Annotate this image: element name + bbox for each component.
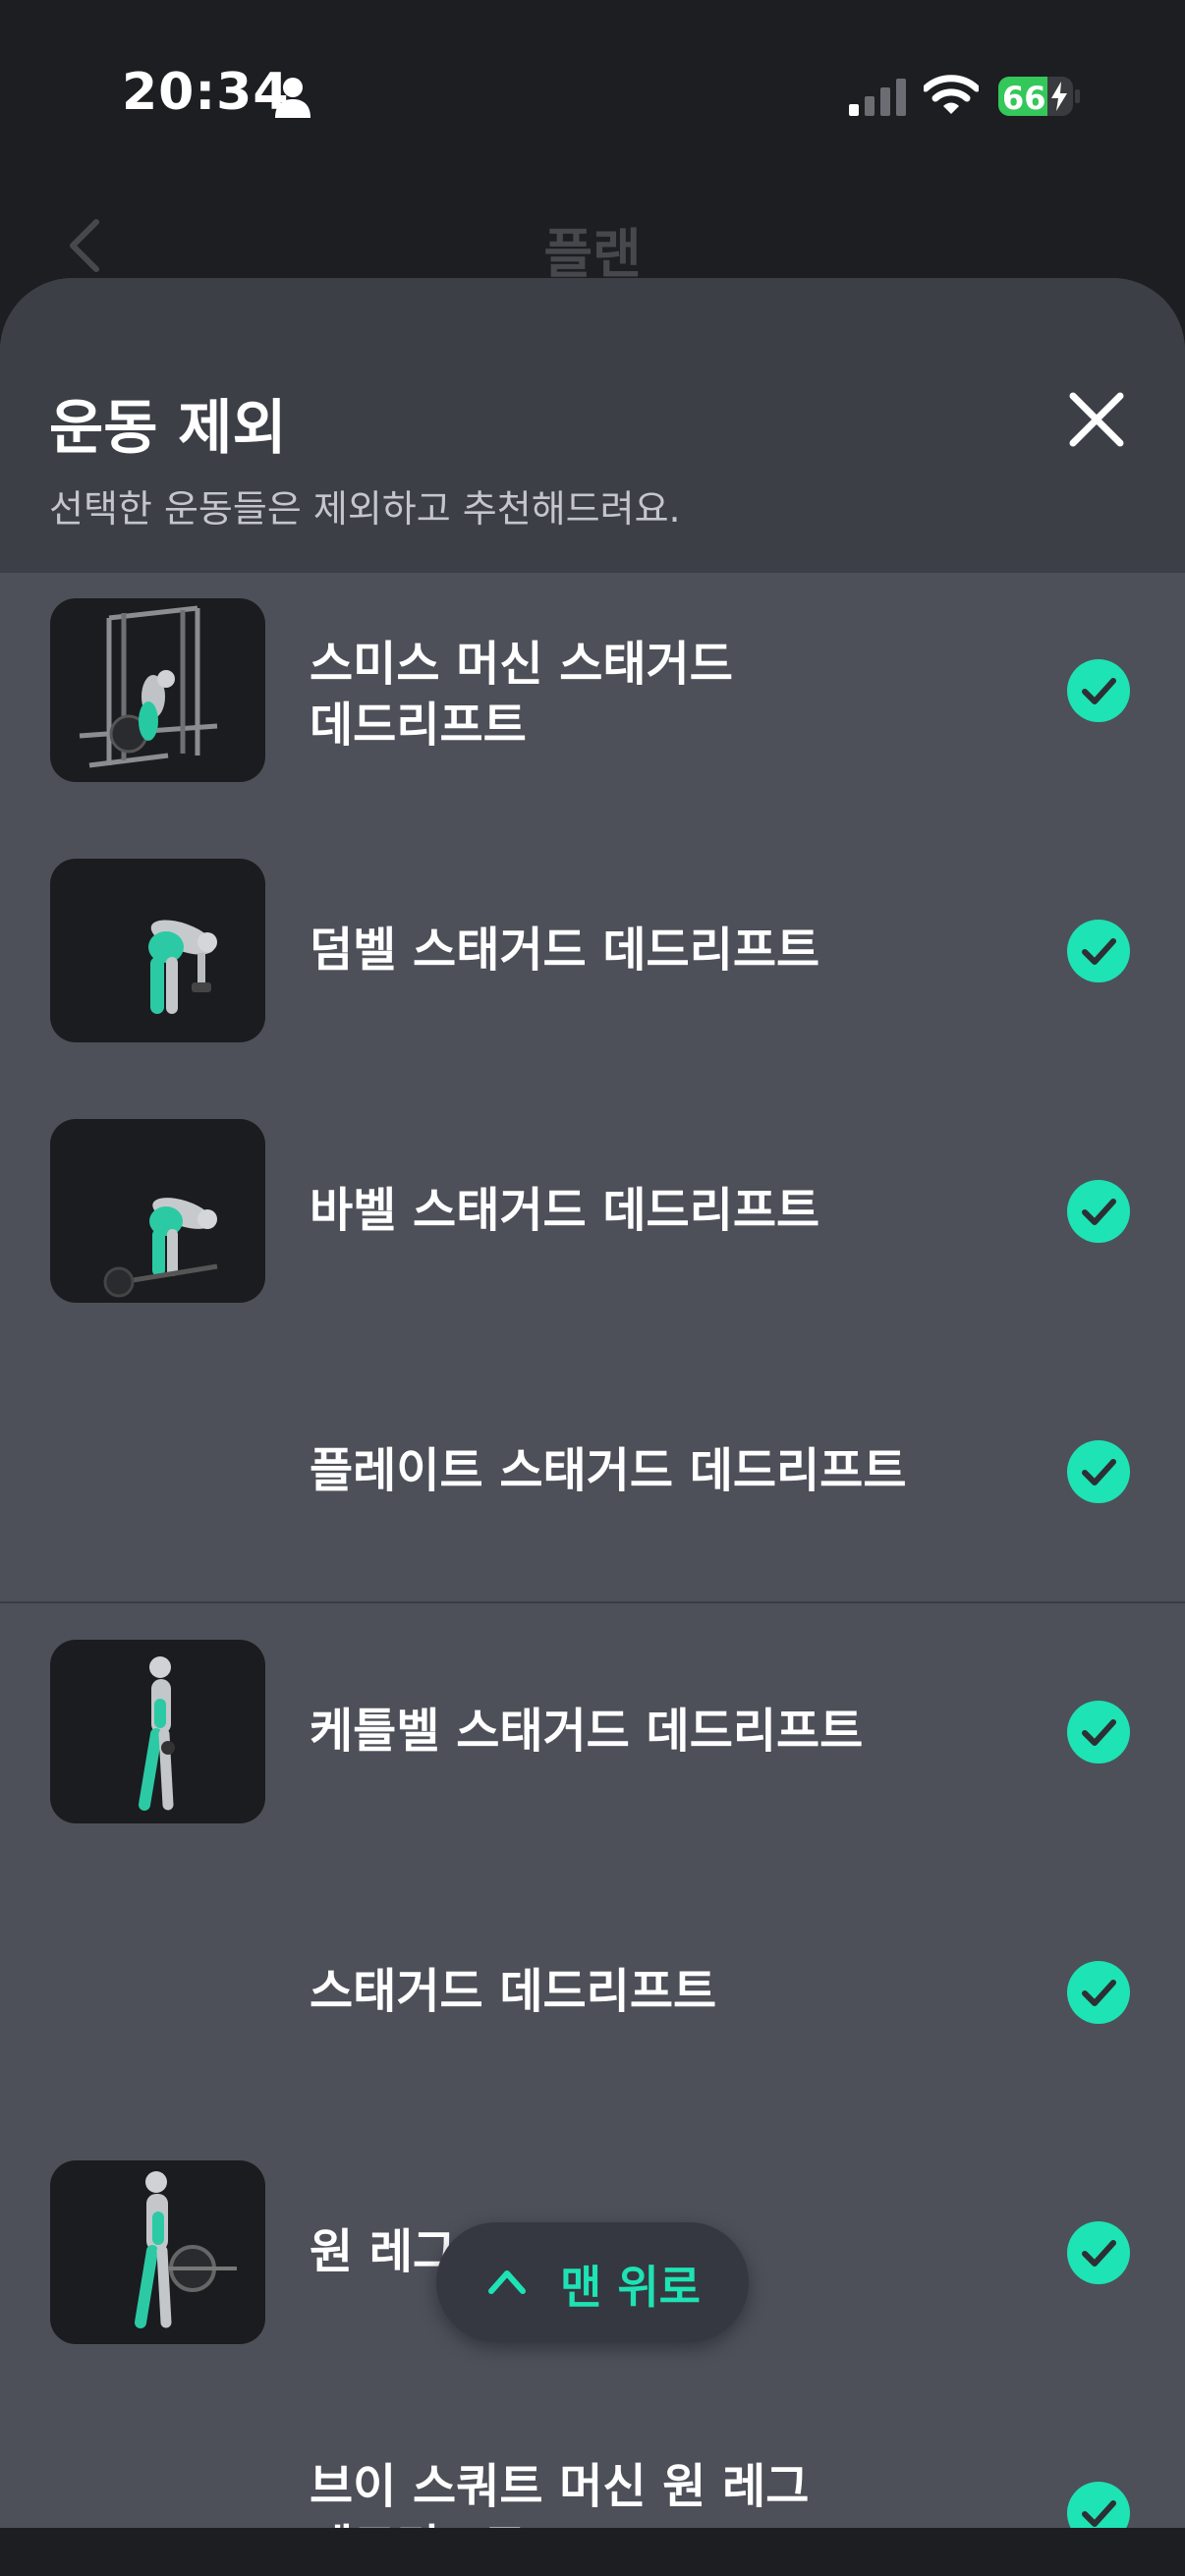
sheet-title: 운동 제외 bbox=[49, 394, 287, 463]
charging-bolt-icon bbox=[1051, 82, 1067, 111]
wifi-icon bbox=[924, 75, 979, 114]
checkmark-icon[interactable] bbox=[1067, 2482, 1130, 2528]
exercise-thumbnail bbox=[50, 1640, 265, 1823]
exercise-name: 바벨 스태거드 데드리프트 bbox=[310, 1183, 820, 1238]
exercise-thumbnail bbox=[50, 2160, 265, 2344]
signal-icon bbox=[849, 79, 906, 116]
checkmark-icon[interactable] bbox=[1067, 1701, 1130, 1764]
exercise-name: 덤벨 스태거드 데드리프트 bbox=[310, 923, 820, 978]
exclude-exercise-sheet: 운동 제외 선택한 운동들은 제외하고 추천해드려요. 스미스 머신 스태거드 … bbox=[0, 278, 1185, 2528]
exercise-row[interactable]: 바벨 스태거드 데드리프트 bbox=[0, 1093, 1185, 1354]
status-time: 20:34 bbox=[122, 63, 290, 122]
sheet-header: 운동 제외 선택한 운동들은 제외하고 추천해드려요. bbox=[0, 278, 1185, 573]
exercise-row[interactable]: 플레이트 스태거드 데드리프트 bbox=[0, 1354, 1185, 1614]
person-icon bbox=[275, 78, 310, 118]
battery-percent: 66 bbox=[1002, 80, 1046, 116]
exercise-row[interactable]: 케틀벨 스태거드 데드리프트 bbox=[0, 1614, 1185, 1875]
checkmark-icon[interactable] bbox=[1067, 1440, 1130, 1503]
exercise-row[interactable]: 스태거드 데드리프트 bbox=[0, 1875, 1185, 2135]
exercise-name: 브이 스쿼트 머신 원 레그 데드리프트 bbox=[310, 2459, 810, 2528]
screen: 20:34 66 플랜 운동 제외 선택한 운동들은 제외하고 추천해드려요. … bbox=[0, 0, 1185, 2576]
checkmark-icon[interactable] bbox=[1067, 920, 1130, 982]
battery-body: 66 bbox=[998, 77, 1073, 116]
battery-nub bbox=[1075, 89, 1080, 103]
status-bar: 20:34 66 bbox=[0, 0, 1185, 147]
home-indicator-area bbox=[0, 2528, 1185, 2576]
exercise-thumbnail bbox=[50, 1119, 265, 1303]
exercise-row[interactable]: 브이 스쿼트 머신 원 레그 데드리프트 bbox=[0, 2395, 1185, 2528]
checkmark-icon[interactable] bbox=[1067, 1180, 1130, 1243]
exercise-thumbnail bbox=[50, 598, 265, 782]
battery-indicator: 66 bbox=[998, 77, 1080, 116]
scroll-to-top-label: 맨 위로 bbox=[560, 2261, 701, 2314]
section-divider bbox=[0, 1601, 1185, 1603]
close-icon[interactable] bbox=[1061, 384, 1132, 455]
scroll-to-top-button[interactable]: 맨 위로 bbox=[436, 2222, 749, 2342]
exercise-row[interactable]: 덤벨 스태거드 데드리프트 bbox=[0, 833, 1185, 1093]
exercise-name: 케틀벨 스태거드 데드리프트 bbox=[310, 1704, 864, 1759]
checkmark-icon[interactable] bbox=[1067, 2221, 1130, 2284]
nav-title: 플랜 bbox=[543, 223, 642, 285]
sheet-subtitle: 선택한 운동들은 제외하고 추천해드려요. bbox=[49, 487, 681, 531]
exercise-row[interactable]: 스미스 머신 스태거드 데드리프트 bbox=[0, 573, 1185, 833]
exercise-thumbnail bbox=[50, 859, 265, 1042]
chevron-up-icon bbox=[488, 2270, 526, 2294]
exercise-name: 스태거드 데드리프트 bbox=[310, 1964, 717, 2019]
exercise-name: 플레이트 스태거드 데드리프트 bbox=[310, 1443, 907, 1498]
checkmark-icon[interactable] bbox=[1067, 1961, 1130, 2024]
exercise-name: 스미스 머신 스태거드 데드리프트 bbox=[310, 637, 733, 753]
checkmark-icon[interactable] bbox=[1067, 659, 1130, 722]
